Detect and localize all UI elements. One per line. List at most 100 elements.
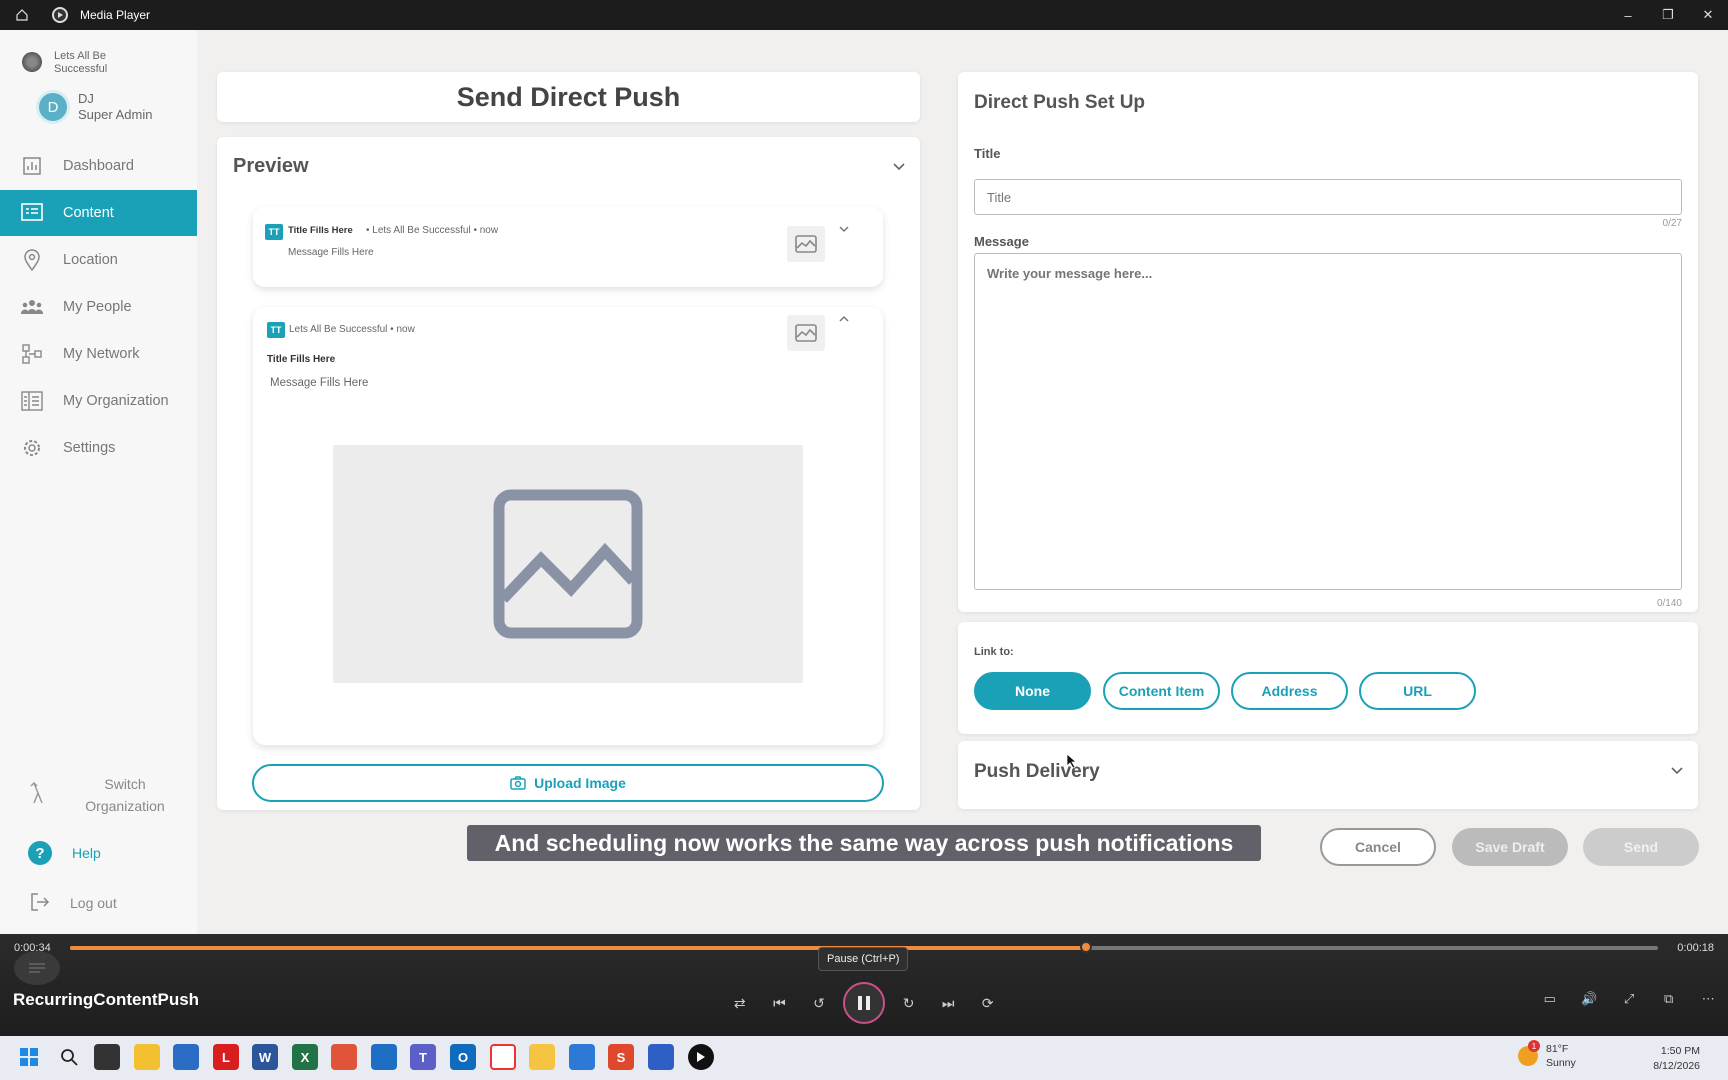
logout-icon [30, 892, 50, 915]
notification-message: Message Fills Here [270, 377, 369, 389]
organization-icon [20, 389, 44, 413]
sidebar-item-content[interactable]: Content [0, 190, 197, 236]
seek-bar-handle[interactable] [1080, 941, 1093, 953]
chevron-up-icon[interactable] [839, 315, 849, 326]
notification-collapsed-preview: TT Title Fills Here • Lets All Be Succes… [253, 207, 883, 287]
system-clock[interactable]: 1:50 PM 8/12/2026 [1653, 1044, 1700, 1074]
remote-desktop-icon[interactable] [371, 1044, 397, 1070]
next-track-icon[interactable]: ⏭ [928, 986, 968, 1020]
link-option-url[interactable]: URL [1359, 672, 1476, 710]
sidebar-item-label: My Organization [63, 393, 169, 409]
forward-30-icon[interactable]: ↻ [889, 986, 929, 1020]
sidebar-item-my-network[interactable]: My Network [0, 331, 197, 377]
subtitles-icon[interactable]: ▭ [1530, 982, 1570, 1016]
repeat-icon[interactable]: ⟳ [968, 986, 1008, 1020]
store-icon[interactable] [173, 1044, 199, 1070]
notification-title: Title Fills Here [267, 354, 336, 365]
switch-organization-button[interactable]: Switch Organization [0, 772, 197, 818]
upload-image-button[interactable]: Upload Image [252, 764, 884, 802]
rewind-10-icon[interactable]: ↺ [799, 986, 839, 1020]
mini-player-icon[interactable]: ⧉ [1649, 982, 1689, 1016]
sidebar-item-label: Location [63, 252, 118, 268]
sidebar-item-label: My People [63, 299, 132, 315]
location-pin-icon [20, 248, 44, 272]
notification-expanded-preview: TT Lets All Be Successful • now Title Fi… [253, 307, 883, 745]
minimize-button[interactable]: – [1608, 0, 1648, 30]
large-image-placeholder [333, 445, 803, 683]
switch-organization-label: Switch Organization [85, 776, 165, 814]
sidebar-item-my-organization[interactable]: My Organization [0, 378, 197, 424]
media-player-icon [52, 7, 68, 23]
close-button[interactable]: ✕ [1688, 0, 1728, 30]
previous-track-icon[interactable]: ⏮ [760, 986, 800, 1020]
chart-icon [20, 154, 44, 178]
volume-icon[interactable]: 🔊 [1570, 982, 1610, 1016]
playlist-icon[interactable] [14, 951, 60, 985]
seek-bar-progress [70, 946, 1087, 950]
weather-widget[interactable]: 1 81°F Sunny [1518, 1040, 1576, 1070]
mouse-cursor-icon [1066, 753, 1078, 774]
link-option-none[interactable]: None [974, 672, 1091, 710]
message-label: Message [974, 234, 1029, 249]
chevron-down-icon[interactable] [892, 159, 906, 177]
sidebar-item-settings[interactable]: Settings [0, 425, 197, 471]
org-header: Lets All Be Successful [22, 50, 134, 76]
content-icon [20, 201, 44, 225]
outlook-icon[interactable]: O [450, 1044, 476, 1070]
upload-image-label: Upload Image [534, 775, 626, 791]
notification-meta: Lets All Be Successful • now [289, 324, 415, 335]
link-option-content-item[interactable]: Content Item [1103, 672, 1220, 710]
excel-icon[interactable]: X [292, 1044, 318, 1070]
windows-start-icon[interactable] [16, 1044, 42, 1070]
image-placeholder-icon [493, 489, 643, 639]
teams-icon[interactable]: T [410, 1044, 436, 1070]
switch-icon [28, 781, 50, 810]
pause-button[interactable] [842, 982, 885, 1024]
search-icon[interactable] [56, 1044, 82, 1070]
chevron-down-icon[interactable] [839, 225, 849, 236]
clock-date: 8/12/2026 [1653, 1060, 1700, 1072]
snagit-icon[interactable]: S [608, 1044, 634, 1070]
image-placeholder-icon [787, 226, 825, 262]
logout-link[interactable]: Log out [0, 888, 197, 918]
media-player-taskbar-icon[interactable] [688, 1044, 714, 1070]
title-input[interactable] [974, 179, 1682, 215]
app-l-icon[interactable]: L [213, 1044, 239, 1070]
org-logo [22, 52, 42, 72]
user-profile[interactable]: D DJ Super Admin [36, 90, 152, 124]
link-to-panel: Link to: None Content Item Address URL [958, 622, 1698, 734]
message-textarea[interactable] [974, 253, 1682, 590]
shuffle-icon[interactable]: ⇄ [720, 986, 760, 1020]
word-icon[interactable]: W [252, 1044, 278, 1070]
sidebar-item-location[interactable]: Location [0, 237, 197, 283]
sidebar-item-dashboard[interactable]: Dashboard [0, 143, 197, 189]
save-draft-button[interactable]: Save Draft [1452, 828, 1568, 866]
title-char-count: 0/27 [1662, 218, 1682, 229]
chrome-icon[interactable] [490, 1044, 516, 1070]
home-icon[interactable] [12, 5, 32, 25]
sidebar-item-label: My Network [63, 346, 140, 362]
chevron-down-icon[interactable] [1670, 763, 1684, 781]
push-delivery-panel[interactable]: Push Delivery [958, 741, 1698, 809]
taskbar: L W X T O S 1 81°F Sunny 1:50 PM 8/12/20… [0, 1036, 1728, 1080]
photos-icon[interactable] [569, 1044, 595, 1070]
sidebar-item-label: Settings [63, 440, 116, 456]
gear-icon [20, 436, 44, 460]
file-explorer-icon[interactable] [134, 1044, 160, 1070]
notification-title: Title Fills Here [288, 225, 353, 236]
task-view-icon[interactable] [94, 1044, 120, 1070]
send-button[interactable]: Send [1583, 828, 1699, 866]
settings-app-icon[interactable] [648, 1044, 674, 1070]
restore-button[interactable]: ❐ [1648, 0, 1688, 30]
cancel-button[interactable]: Cancel [1320, 828, 1436, 866]
more-options-icon[interactable]: ⋯ [1688, 982, 1728, 1016]
help-link[interactable]: ? Help [0, 838, 197, 868]
push-delivery-heading: Push Delivery [974, 761, 1100, 782]
link-option-address[interactable]: Address [1231, 672, 1348, 710]
acrobat-icon[interactable] [331, 1044, 357, 1070]
sidebar-item-label: Dashboard [63, 158, 134, 174]
fullscreen-icon[interactable]: ⤢ [1609, 982, 1649, 1016]
setup-heading: Direct Push Set Up [974, 92, 1146, 113]
sidebar-item-my-people[interactable]: My People [0, 284, 197, 330]
sticky-notes-icon[interactable] [529, 1044, 555, 1070]
